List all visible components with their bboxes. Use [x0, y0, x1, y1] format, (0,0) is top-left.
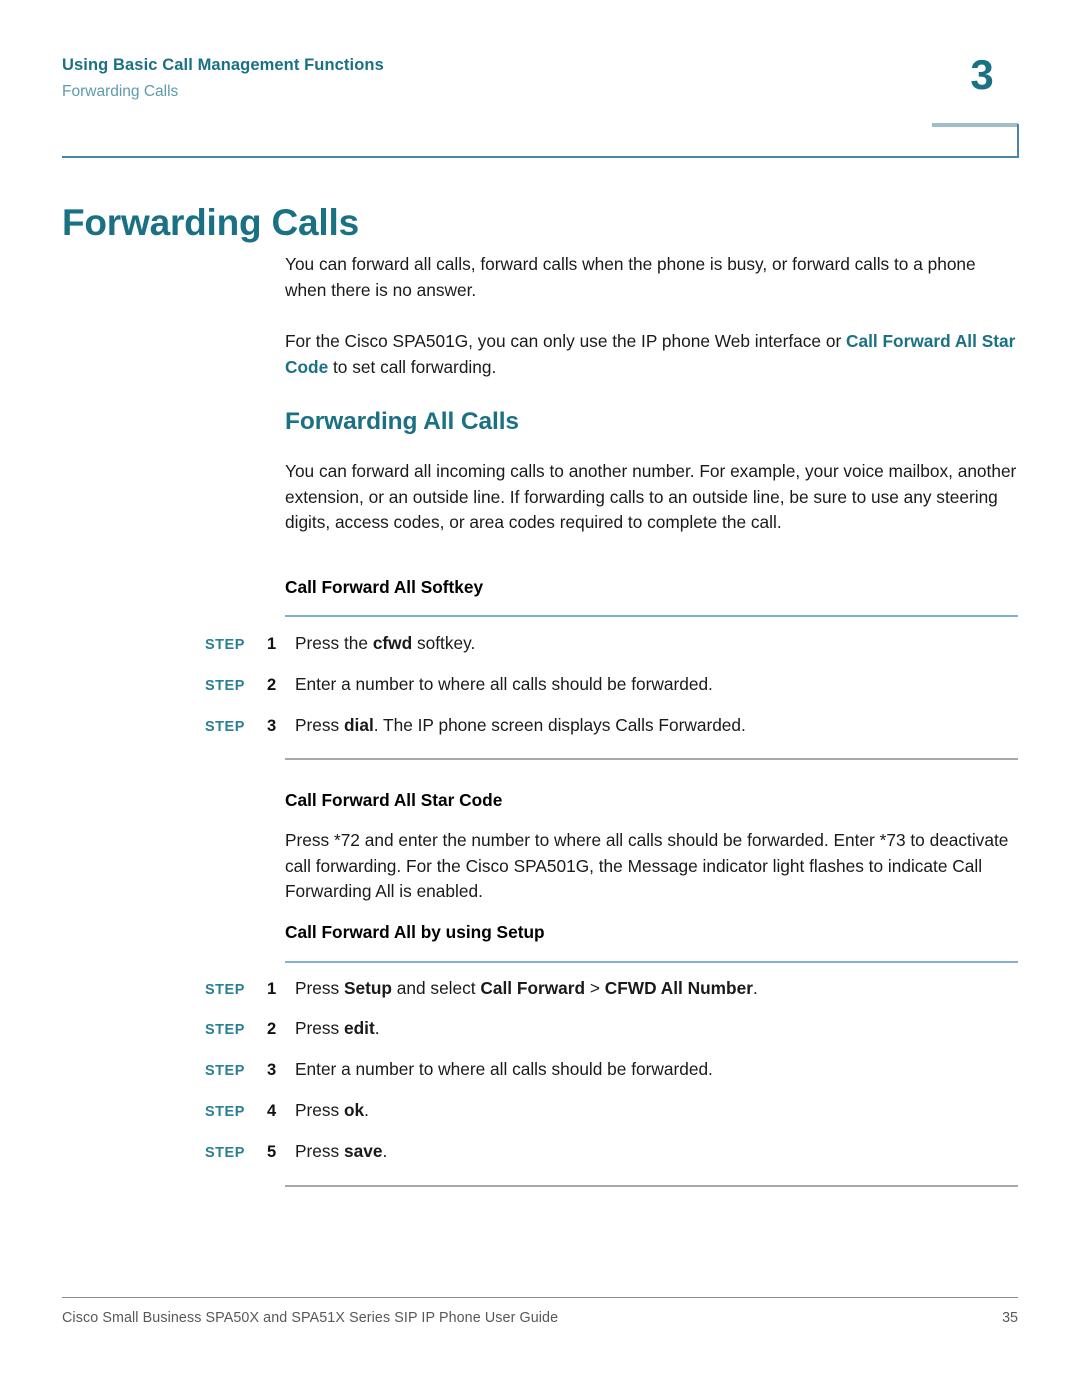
rule-gray	[285, 758, 1018, 760]
step-text: Press Setup and select Call Forward > CF…	[295, 976, 1018, 1001]
footer-divider-rule	[62, 1297, 1018, 1298]
step-text: Press edit.	[295, 1016, 1018, 1041]
section-heading: Forwarding All Calls	[285, 408, 519, 435]
section-heading-wrap: Forwarding All Calls	[285, 408, 1018, 436]
chapter-number: 3	[970, 51, 994, 98]
step-text-emphasis: save	[343, 1141, 383, 1161]
step-text-part: . The IP phone screen displays Calls For…	[373, 715, 746, 735]
chapter-box-right-rule	[1017, 124, 1019, 158]
step-label: STEP	[205, 637, 245, 653]
step-number: 2	[267, 676, 277, 694]
step-row: STEP 5 Press save.	[205, 1139, 1018, 1164]
step-text-part: Enter a number to where all calls should…	[295, 1059, 713, 1079]
step-number: 3	[267, 1061, 277, 1079]
step-label: STEP	[205, 982, 245, 998]
intro-block: You can forward all calls, forward calls…	[285, 252, 1018, 380]
section-paragraph-wrap: You can forward all incoming calls to an…	[285, 459, 1018, 536]
step-text: Press dial. The IP phone screen displays…	[295, 713, 1018, 738]
step-text-emphasis: cfwd	[372, 633, 413, 653]
step-number: 2	[267, 1020, 277, 1038]
step-row: STEP 3 Press dial. The IP phone screen d…	[205, 713, 1018, 738]
softkey-steps-top-rule	[285, 615, 1018, 617]
starcode-subheading: Call Forward All Star Code	[285, 790, 503, 810]
step-number: 1	[267, 635, 277, 653]
step-row: STEP 1 Press the cfwd softkey.	[205, 631, 1018, 656]
starcode-paragraph: Press *72 and enter the number to where …	[285, 830, 1009, 901]
step-text-part: Press the	[295, 633, 373, 653]
step-text: Press save.	[295, 1139, 1018, 1164]
step-text-emphasis: CFWD All Number	[604, 978, 753, 998]
starcode-subheading-wrap: Call Forward All Star Code	[285, 790, 1018, 811]
step-text-part: Press	[295, 1100, 344, 1120]
step-text: Press the cfwd softkey.	[295, 631, 1018, 656]
footer-document-title: Cisco Small Business SPA50X and SPA51X S…	[62, 1310, 559, 1326]
step-text-part: .	[382, 1141, 388, 1161]
step-label: STEP	[205, 1022, 245, 1038]
document-page: Using Basic Call Management Functions Fo…	[0, 0, 1080, 1397]
step-text-part: .	[364, 1100, 369, 1120]
step-text: Press ok.	[295, 1098, 1018, 1123]
starcode-paragraph-wrap: Press *72 and enter the number to where …	[285, 828, 1018, 905]
step-label: STEP	[205, 1104, 245, 1120]
step-row: STEP 2 Press edit.	[205, 1016, 1018, 1041]
step-text-part: .	[374, 1018, 380, 1038]
step-text-part: Press	[295, 715, 344, 735]
step-text-part: Press	[295, 978, 344, 998]
step-number: 5	[267, 1143, 277, 1161]
step-number: 1	[267, 980, 277, 998]
step-text-emphasis: dial	[343, 715, 374, 735]
step-label: STEP	[205, 678, 245, 694]
step-text-part: Press	[295, 1018, 344, 1038]
step-number: 3	[267, 717, 277, 735]
step-text-emphasis: ok	[343, 1100, 365, 1120]
step-text-part: and select	[392, 978, 481, 998]
running-header: Using Basic Call Management Functions Fo…	[62, 56, 762, 101]
step-text: Enter a number to where all calls should…	[295, 672, 1018, 697]
step-text-part: Press	[295, 1141, 344, 1161]
step-row: STEP 4 Press ok.	[205, 1098, 1018, 1123]
softkey-steps-bottom-rule	[285, 758, 1018, 760]
setup-subheading: Call Forward All by using Setup	[285, 922, 545, 942]
step-number: 4	[267, 1102, 277, 1120]
chapter-box-top-bar	[932, 123, 1018, 127]
step-label: STEP	[205, 1063, 245, 1079]
step-text-part: >	[585, 978, 605, 998]
rule-gray	[285, 1185, 1018, 1187]
setup-subheading-wrap: Call Forward All by using Setup	[285, 922, 1018, 943]
step-text-emphasis: Call Forward	[480, 978, 586, 998]
step-label: STEP	[205, 719, 245, 735]
intro-paragraph-2-tail: to set call forwarding.	[328, 356, 497, 377]
step-text-part: .	[752, 978, 758, 998]
running-header-section-title: Forwarding Calls	[62, 82, 179, 100]
section-paragraph: You can forward all incoming calls to an…	[285, 461, 1017, 532]
step-text: Enter a number to where all calls should…	[295, 1057, 1018, 1082]
setup-steps-top-rule	[285, 961, 1018, 963]
setup-steps-bottom-rule	[285, 1185, 1018, 1187]
rule-blue	[285, 615, 1018, 617]
softkey-subheading: Call Forward All Softkey	[285, 577, 484, 597]
running-header-chapter-title: Using Basic Call Management Functions	[62, 56, 384, 74]
rule-blue	[285, 961, 1018, 963]
step-text-emphasis: edit	[343, 1018, 375, 1038]
step-text-part: Enter a number to where all calls should…	[295, 674, 713, 694]
footer-page-number: 35	[1002, 1310, 1018, 1326]
softkey-subheading-wrap: Call Forward All Softkey	[285, 577, 1018, 598]
header-divider-rule	[62, 156, 1018, 158]
page-title: Forwarding Calls	[62, 201, 359, 243]
step-row: STEP 1 Press Setup and select Call Forwa…	[205, 976, 1018, 1001]
step-label: STEP	[205, 1145, 245, 1161]
step-row: STEP 2 Enter a number to where all calls…	[205, 672, 1018, 697]
intro-paragraph-2: For the Cisco SPA501G, you can only use …	[285, 329, 1018, 380]
intro-paragraph-1: You can forward all calls, forward calls…	[285, 254, 976, 300]
step-row: STEP 3 Enter a number to where all calls…	[205, 1057, 1018, 1082]
step-text-part: softkey.	[412, 633, 476, 653]
intro-paragraph-2-lead: For the Cisco SPA501G, you can only use …	[285, 331, 846, 351]
step-text-emphasis: Setup	[343, 978, 392, 998]
